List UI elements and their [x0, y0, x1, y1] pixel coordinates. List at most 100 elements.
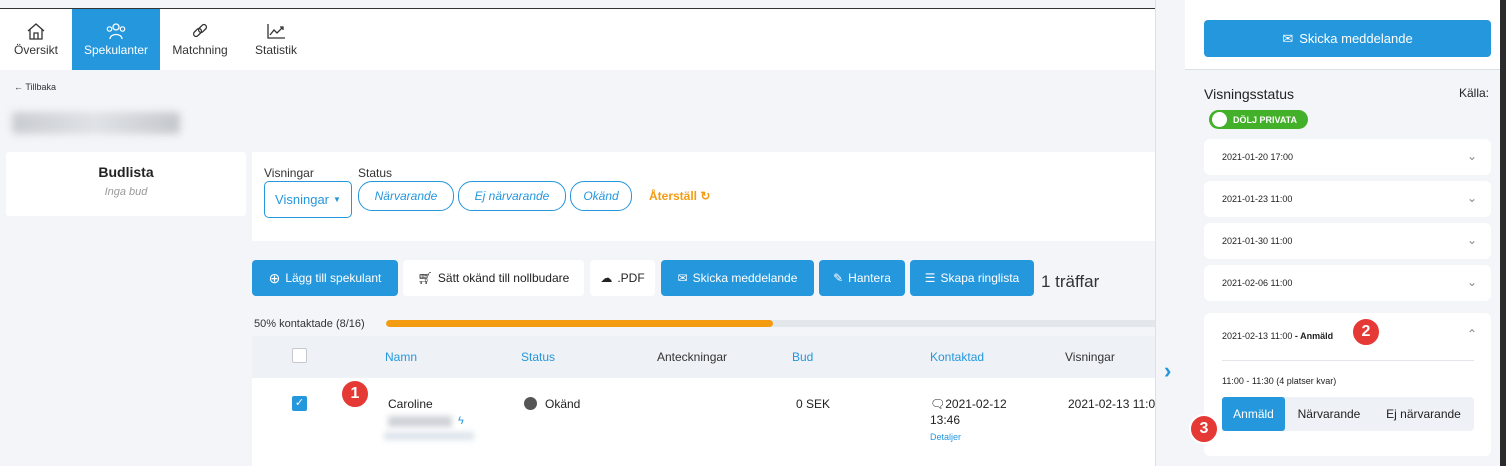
caret-down-icon: ▼ — [333, 195, 341, 204]
comment-icon: 🗨︎ — [930, 397, 946, 411]
button-label: .PDF — [617, 271, 645, 285]
status-pill-narvarande[interactable]: Närvarande — [358, 181, 454, 211]
create-ringlist-button[interactable]: ☰ Skapa ringlista — [910, 260, 1034, 296]
nav-item-oversikt[interactable]: Översikt — [0, 9, 72, 70]
row-checkbox[interactable]: ✓ — [292, 396, 307, 411]
nav-item-matchning[interactable]: Matchning — [160, 9, 240, 70]
toggle-label: DÖLJ PRIVATA — [1233, 114, 1298, 125]
hit-count: 1 träffar — [1041, 272, 1100, 291]
button-label: Skicka meddelande — [1299, 31, 1413, 46]
viewing-date: 2021-01-30 11:00 — [1222, 236, 1293, 246]
contacted-time: 13:46 — [930, 413, 961, 427]
attendance-segmented-control: Anmäld Närvarande Ej närvarande — [1222, 397, 1474, 431]
attendance-option-anmald[interactable]: Anmäld — [1222, 397, 1285, 431]
attendance-option-narvarande[interactable]: Närvarande — [1285, 397, 1373, 431]
pdf-button[interactable]: ☁ .PDF — [590, 260, 655, 296]
nav-label: Matchning — [172, 43, 228, 57]
chevron-down-icon: ⌄ — [1466, 275, 1477, 289]
header-bid[interactable]: Bud — [792, 350, 813, 364]
bid-list-card: Budlista Inga bud — [6, 152, 246, 216]
side-send-message-button[interactable]: ✉ Skicka meddelande — [1204, 20, 1491, 57]
chevron-up-icon: ⌃ — [1466, 327, 1477, 341]
visningar-label: Visningar — [264, 166, 314, 180]
viewing-accordion-item[interactable]: 2021-01-30 11:00 ⌄ — [1204, 223, 1491, 259]
button-label: Hantera — [848, 271, 891, 285]
button-label: Sätt okänd till nollbudare — [437, 271, 570, 285]
header-viewings: Visningar — [1065, 350, 1115, 364]
filter-panel: Visningar Status Visningar ▼ Närvarande … — [252, 152, 1160, 241]
users-icon — [106, 23, 126, 40]
top-nav: Översikt Spekulanter Matchning Statistik — [0, 8, 1160, 70]
header-status[interactable]: Status — [521, 350, 555, 364]
row-status-text: Okänd — [545, 397, 581, 411]
collapse-panel-chevron-icon[interactable]: › — [1164, 358, 1171, 384]
button-label: Lägg till spekulant — [285, 271, 382, 285]
nav-label: Spekulanter — [83, 43, 149, 57]
viewing-registration-status: - Anmäld — [1292, 331, 1334, 341]
window-edge — [1500, 0, 1506, 466]
header-notes: Anteckningar — [657, 350, 728, 364]
row-bid: 0 SEK — [796, 397, 831, 411]
nav-label: Översikt — [13, 43, 58, 57]
reset-button[interactable]: Återställ ↻ — [649, 189, 710, 203]
status-dot — [524, 397, 537, 410]
row-contacted: 🗨︎2021-02-12 13:46 Detaljer — [930, 396, 1007, 445]
viewing-slot: 11:00 - 11:30 (4 platser kvar) — [1222, 376, 1337, 386]
header-contacted[interactable]: Kontaktad — [930, 350, 984, 364]
plus-circle-icon: ⊕ — [268, 269, 281, 286]
open-viewing-header: 2021-02-13 11:00 - Anmäld — [1222, 331, 1333, 341]
select-all-checkbox[interactable] — [292, 348, 307, 363]
viewing-accordion-item[interactable]: 2021-01-23 11:00 ⌄ — [1204, 181, 1491, 217]
nav-item-statistik[interactable]: Statistik — [240, 9, 312, 70]
nav-item-spekulanter[interactable]: Spekulanter — [72, 9, 160, 70]
set-unknown-zero-bidder-button[interactable]: 🛒︎ Sätt okänd till nollbudare — [403, 260, 584, 296]
attendance-option-ej-narvarande[interactable]: Ej närvarande — [1373, 397, 1474, 431]
status-pill-okand[interactable]: Okänd — [570, 181, 632, 211]
row-viewing: 2021-02-13 11:0 — [1068, 397, 1156, 411]
envelope-icon: ✉ — [1282, 30, 1294, 46]
add-prospect-button[interactable]: ⊕ Lägg till spekulant — [252, 260, 398, 296]
status-label: Status — [358, 166, 393, 180]
viewing-accordion-item-open[interactable]: 2021-02-13 11:00 - Anmäld ⌃ 11:00 - 11:3… — [1204, 313, 1491, 456]
send-message-button[interactable]: ✉ Skicka meddelande — [661, 260, 814, 296]
chart-icon — [267, 24, 285, 39]
bolt-icon: ϟ — [458, 415, 464, 427]
cart-icon: 🛒︎ — [417, 271, 433, 285]
prospects-table: Namn Status Anteckningar Bud Kontaktad V… — [252, 336, 1160, 466]
header-name[interactable]: Namn — [385, 350, 417, 364]
toggle-knob — [1212, 112, 1227, 127]
viewing-date: 2021-01-23 11:00 — [1222, 194, 1293, 204]
row-name[interactable]: Caroline — [388, 397, 433, 411]
divider — [1222, 360, 1474, 361]
viewing-accordion-item[interactable]: 2021-01-20 17:00 ⌄ — [1204, 139, 1491, 175]
pencil-icon: ✎ — [833, 271, 844, 285]
viewing-date: 2021-02-06 11:00 — [1222, 278, 1293, 288]
viewing-status-title: Visningsstatus — [1204, 86, 1295, 102]
manage-button[interactable]: ✎ Hantera — [819, 260, 905, 296]
nav-label: Statistik — [254, 43, 297, 57]
home-icon — [27, 23, 45, 40]
back-link[interactable]: ← Tillbaka — [14, 82, 56, 92]
details-link[interactable]: Detaljer — [930, 432, 961, 442]
status-pill-ej-narvarande[interactable]: Ej närvarande — [458, 181, 566, 211]
viewing-date: 2021-02-13 11:00 — [1222, 331, 1293, 341]
hide-private-toggle[interactable]: DÖLJ PRIVATA — [1209, 110, 1308, 129]
row-status: Okänd — [524, 397, 580, 411]
annotation-badge-2: 2 — [1351, 317, 1381, 347]
chevron-down-icon: ⌄ — [1466, 233, 1477, 247]
table-header: Namn Status Anteckningar Bud Kontaktad V… — [252, 336, 1160, 378]
list-icon: ☰ — [924, 271, 936, 285]
chevron-down-icon: ⌄ — [1466, 191, 1477, 205]
viewing-accordion-item[interactable]: 2021-02-06 11:00 ⌄ — [1204, 265, 1491, 301]
cloud-download-icon: ☁ — [600, 271, 613, 285]
annotation-badge-1: 1 — [340, 379, 370, 409]
contacted-date: 2021-02-12 — [945, 397, 1007, 411]
visningar-dropdown[interactable]: Visningar ▼ — [264, 181, 352, 218]
link-icon — [192, 23, 208, 38]
envelope-icon: ✉ — [677, 271, 688, 285]
refresh-icon: ↻ — [700, 189, 711, 203]
dropdown-value: Visningar — [275, 192, 330, 207]
button-label: Skapa ringlista — [940, 271, 1020, 285]
bid-list-title: Budlista — [98, 164, 154, 180]
progress-bar — [386, 320, 1160, 327]
